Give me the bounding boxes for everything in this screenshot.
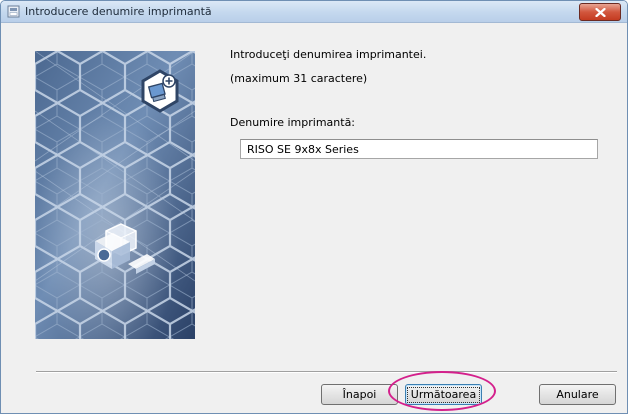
printer-name-label: Denumire imprimantă: xyxy=(230,116,356,129)
button-separator xyxy=(36,371,617,373)
close-button[interactable] xyxy=(579,3,621,21)
banner-illustration xyxy=(35,51,195,339)
dialog-window: Introducere denumire imprimantă Introduc… xyxy=(0,0,628,414)
window-title: Introducere denumire imprimantă xyxy=(25,5,212,18)
max-length-hint: (maximum 31 caractere) xyxy=(230,72,368,85)
cancel-button[interactable]: Anulare xyxy=(539,384,616,405)
cancel-button-label: Anulare xyxy=(556,388,599,401)
printer-name-input[interactable] xyxy=(240,139,598,159)
next-button-label: Următoarea xyxy=(406,386,481,403)
close-icon xyxy=(594,7,606,17)
back-button[interactable]: Înapoi xyxy=(321,384,398,405)
instruction-text: Introduceţi denumirea imprimantei. xyxy=(230,48,427,61)
next-button[interactable]: Următoarea xyxy=(405,384,482,405)
dialog-content: Introduceţi denumirea imprimantei. (maxi… xyxy=(1,23,627,413)
printer-setup-icon xyxy=(7,5,20,18)
computer-add-icon xyxy=(141,69,179,113)
title-bar[interactable]: Introducere denumire imprimantă xyxy=(1,1,627,23)
back-button-label: Înapoi xyxy=(342,388,377,401)
